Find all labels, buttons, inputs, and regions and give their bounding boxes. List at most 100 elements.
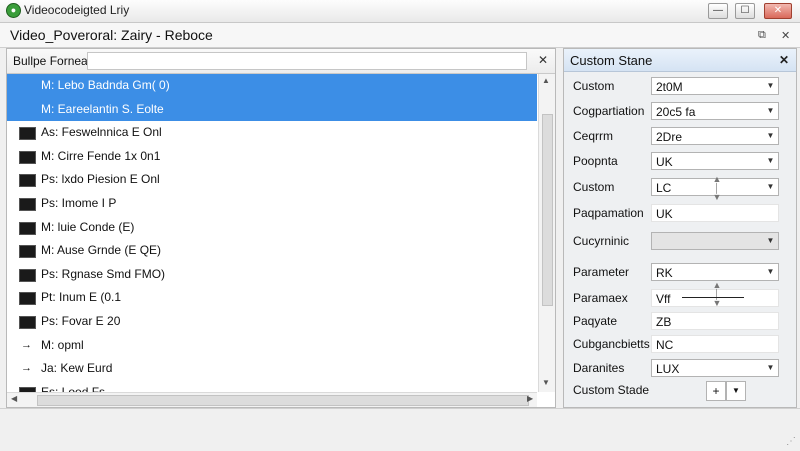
list-item[interactable]: M: Ause Grnde (E QE) <box>7 239 537 263</box>
list-item-label: Ps: Fovar E 20 <box>41 313 121 328</box>
app-logo-icon: ● <box>6 3 21 18</box>
close-button[interactable]: ✕ <box>764 3 792 19</box>
property-value: UK <box>656 207 673 221</box>
property-value: NC <box>656 338 674 352</box>
scroll-left-icon[interactable]: ◀ <box>11 394 17 403</box>
chevron-down-icon[interactable]: ▼ <box>764 79 777 93</box>
list-item[interactable]: Ps: Fovar E 20 <box>7 310 537 334</box>
list-vertical-scroll-thumb[interactable] <box>542 114 553 306</box>
property-value: LUX <box>656 362 680 376</box>
list-item-label: As: Feswelnnica E Onl <box>41 125 162 140</box>
value-slider[interactable] <box>682 297 744 298</box>
list-item[interactable]: M: Eareelantin S. Eolte <box>7 97 537 122</box>
clip-thumbnail-icon <box>19 268 36 282</box>
property-dropdown[interactable]: UK ▼ <box>651 152 779 170</box>
list-vertical-scrollbar[interactable]: ▲ ▼ <box>538 74 555 392</box>
vertical-resize-handle-icon[interactable]: ▲ │ ▼ <box>710 175 724 202</box>
property-input[interactable]: UK <box>651 204 779 222</box>
list-header-label: Bullpe Forneat <box>13 54 92 68</box>
list-item-label: M: Cirre Fende 1x 0n1 <box>41 148 161 163</box>
chevron-down-icon[interactable]: ▼ <box>764 361 777 375</box>
property-label: Cucyrninic <box>573 234 630 248</box>
resize-grip-icon[interactable]: ⋰ <box>786 436 796 447</box>
list-horizontal-scroll-thumb[interactable] <box>37 395 529 406</box>
list-item-label: M: luie Conde (E) <box>41 219 135 234</box>
list-item[interactable]: M: Cirre Fende 1x 0n1 <box>7 145 537 169</box>
property-input[interactable]: NC <box>651 335 779 353</box>
list-header: Bullpe Forneat ✕ <box>7 49 555 74</box>
property-value: ZB <box>656 315 672 329</box>
chevron-down-icon[interactable]: ▼ <box>764 154 777 168</box>
property-dropdown[interactable]: ▼ <box>651 232 779 250</box>
chevron-down-icon[interactable]: ▼ <box>764 180 777 194</box>
property-value: 20c5 fa <box>656 105 696 119</box>
list-item[interactable]: Pt: Inum E (0.1 <box>7 286 537 310</box>
property-label: Poopnta <box>573 154 618 168</box>
footer-label: Custom Stade <box>573 383 650 397</box>
list-item-label: Ps: Rgnase Smd FMO) <box>41 266 166 281</box>
scroll-up-icon[interactable]: ▲ <box>542 76 550 85</box>
property-dropdown[interactable]: RK ▼ <box>651 263 779 281</box>
property-value: LC <box>656 181 672 195</box>
property-dropdown[interactable]: 2t0M ▼ <box>651 77 779 95</box>
property-label: Paqpamation <box>573 206 644 220</box>
chevron-down-icon[interactable]: ▼ <box>764 104 777 118</box>
list-item[interactable]: Ps: lxdo Piesion E Onl <box>7 168 537 192</box>
clip-thumbnail-icon <box>19 245 36 259</box>
maximize-button[interactable]: ☐ <box>735 3 755 19</box>
property-dropdown[interactable]: 20c5 fa ▼ <box>651 102 779 120</box>
minimize-button[interactable]: — <box>708 3 728 19</box>
list-item[interactable]: → Ja: Kew Eurd <box>7 357 537 381</box>
scroll-right-icon[interactable]: ▶ <box>527 394 533 403</box>
properties-panel: Custom Stane ✕ Custom 2t0M ▼ Cogpartiation 2… <box>563 48 797 408</box>
close-doc-icon[interactable]: ✕ <box>781 29 790 42</box>
restore-doc-icon[interactable]: ⧉ <box>758 29 766 42</box>
clip-thumbnail-icon <box>19 315 36 329</box>
list-item[interactable]: → M: opml <box>7 334 537 358</box>
property-label: Custom <box>573 180 615 194</box>
clip-thumbnail-icon <box>19 127 36 141</box>
property-dropdown[interactable]: LUX ▼ <box>651 359 779 377</box>
list-item[interactable]: Ps: Imome I P <box>7 192 537 216</box>
arrow-right-icon: → <box>21 338 32 351</box>
property-label: Cogpartiation <box>573 104 645 118</box>
property-value: 2t0M <box>656 80 683 94</box>
clip-thumbnail-icon <box>19 150 36 164</box>
status-bar: ⋰ <box>0 408 800 451</box>
list-item-label: Ja: Kew Eurd <box>41 361 113 376</box>
list-item[interactable]: Ps: Rgnase Smd FMO) <box>7 263 537 287</box>
clip-thumbnail-icon <box>19 174 36 188</box>
vertical-resize-handle-icon[interactable]: ▲ │ ▼ <box>710 281 724 308</box>
list-item-label: M: Eareelantin S. Eolte <box>41 101 164 116</box>
arrow-right-icon: → <box>21 362 32 375</box>
list-horizontal-scrollbar[interactable]: ◀ ▶ <box>7 392 537 407</box>
chevron-down-icon[interactable]: ▼ <box>764 265 777 279</box>
list-item[interactable]: As: Feswelnnica E Onl <box>7 121 537 145</box>
property-label: Cubgancbietts <box>573 337 650 351</box>
clip-list-panel: Bullpe Forneat ✕ M: Lebo Badnda Gm( 0) M:… <box>6 48 556 408</box>
property-label: Ceqrrm <box>573 129 614 143</box>
properties-header: Custom Stane ✕ <box>564 49 796 72</box>
property-label: Daranites <box>573 361 625 375</box>
add-button[interactable]: + <box>706 381 726 401</box>
chevron-down-icon[interactable]: ▼ <box>764 129 777 143</box>
scroll-down-icon[interactable]: ▼ <box>542 378 550 387</box>
add-dropdown-button[interactable]: ▼ <box>726 381 746 401</box>
list-close-icon[interactable]: ✕ <box>538 53 548 67</box>
list-item-label: Es: Lood Fs <box>41 384 106 392</box>
document-title: Video_Poveroral: Zairy - Reboce <box>10 27 213 43</box>
document-header: Video_Poveroral: Zairy - Reboce ⧉ ✕ <box>0 23 800 48</box>
property-label: Paramaex <box>573 291 628 305</box>
property-label: Custom <box>573 79 615 93</box>
list-filter-input[interactable] <box>87 52 527 70</box>
property-value: RK <box>656 266 673 280</box>
property-dropdown[interactable]: 2Dre ▼ <box>651 127 779 145</box>
list-item[interactable]: M: Lebo Badnda Gm( 0) <box>7 74 537 98</box>
properties-close-icon[interactable]: ✕ <box>779 53 789 67</box>
property-input[interactable]: ZB <box>651 312 779 330</box>
list-item[interactable]: Es: Lood Fs <box>7 381 537 392</box>
list-item[interactable]: M: luie Conde (E) <box>7 216 537 240</box>
clip-thumbnail-icon <box>19 292 36 306</box>
properties-title: Custom Stane <box>570 53 653 68</box>
chevron-down-icon[interactable]: ▼ <box>764 234 777 248</box>
